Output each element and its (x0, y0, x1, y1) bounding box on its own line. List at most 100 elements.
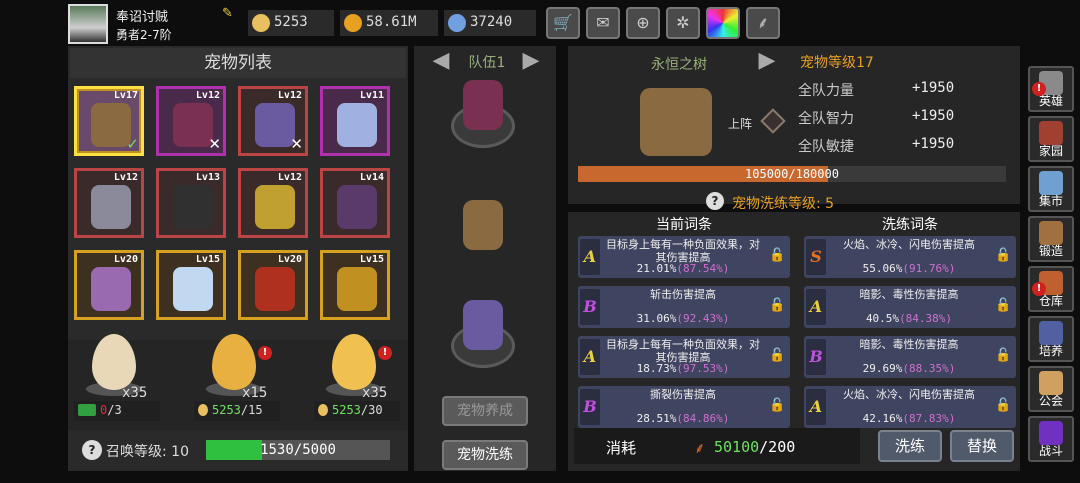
player-avatar[interactable] (68, 4, 108, 44)
cost-have: 50100 (714, 438, 760, 456)
unlock-icon[interactable]: 🔓 (769, 398, 785, 416)
affix-value: 21.01%(87.54%) (602, 262, 764, 275)
color-wheel-icon[interactable] (706, 7, 740, 39)
pet-list-title: 宠物列表 (70, 48, 406, 78)
pet-level-badge: Lv14 (359, 172, 384, 183)
affix-value: 31.06%(92.43%) (602, 312, 764, 325)
unlock-icon[interactable]: 🔓 (995, 398, 1011, 416)
alert-icon: ! (1032, 82, 1046, 96)
pet-card[interactable]: Lv17 ✓ (74, 86, 144, 156)
reroll-button[interactable]: 洗练 (878, 430, 942, 462)
settings-icon[interactable]: ✲ (666, 7, 700, 39)
current-affix: B 撕裂伤害提高 28.51%(84.86%) 🔓 (578, 386, 790, 428)
next-pet-arrow-icon[interactable]: ▶ (752, 48, 782, 74)
pet-sprite (255, 103, 295, 147)
team-slot-2[interactable] (447, 192, 519, 264)
side-menu-0[interactable]: 英雄! (1028, 66, 1074, 112)
pet-card[interactable]: Lv20 (74, 250, 144, 320)
affix-text: 目标身上每有一种负面效果，对其伤害提高 (606, 338, 760, 364)
pet-card[interactable]: Lv12 ✕ (238, 86, 308, 156)
pet-card[interactable]: Lv11 (320, 86, 390, 156)
pet-reroll-button[interactable]: 宠物洗练 (442, 440, 528, 470)
grade-badge: A (580, 239, 600, 275)
egg-cost[interactable]: 5253/15 (194, 401, 280, 421)
player-rank: 勇者2-7阶 (116, 28, 172, 42)
team-label: 队伍1 (468, 55, 506, 71)
pet-sprite (173, 267, 213, 311)
egg-count: 5253 (274, 14, 308, 30)
gem-count: 37240 (470, 14, 513, 30)
side-menu-3[interactable]: 锻造 (1028, 216, 1074, 262)
pet-card[interactable]: Lv13 (156, 168, 226, 238)
coin-resource: 58.61M (340, 10, 438, 36)
cost-need: /200 (759, 438, 796, 456)
team-prev-arrow-icon[interactable]: ◀ (426, 48, 456, 74)
pet-card[interactable]: Lv15 (156, 250, 226, 320)
side-menu-1[interactable]: 家园 (1028, 116, 1074, 162)
gem-icon (448, 14, 466, 32)
pet-card[interactable]: Lv12 (238, 168, 308, 238)
affix-max: (84.38%) (899, 312, 953, 325)
egg-cost[interactable]: 0/3 (74, 401, 160, 421)
pet-sprite (173, 103, 213, 147)
egg-small-icon (198, 404, 208, 416)
pet-card[interactable]: Lv14 (320, 168, 390, 238)
affix-max: (87.54%) (676, 262, 730, 275)
current-affix: A 目标身上每有一种负面效果，对其伤害提高 21.01%(87.54%) 🔓 (578, 236, 790, 278)
current-affix: A 目标身上每有一种负面效果，对其伤害提高 18.73%(97.53%) 🔓 (578, 336, 790, 378)
pet-card[interactable]: Lv12 ✕ (156, 86, 226, 156)
affix-value: 28.51%(84.86%) (602, 412, 764, 425)
new-affix: B 暗影、毒性伤害提高 29.69%(88.35%) 🔓 (804, 336, 1016, 378)
new-affix: A 火焰、冰冷、闪电伤害提高 42.16%(87.83%) 🔓 (804, 386, 1016, 428)
affix-max: (97.53%) (676, 362, 730, 375)
pet-sprite (337, 185, 377, 229)
current-affixes-header: 当前词条 (656, 217, 712, 233)
affix-base: 31.06% (636, 312, 677, 325)
shop-icon[interactable]: 🛒 (546, 7, 580, 39)
pet-card[interactable]: Lv15 (320, 250, 390, 320)
grade-badge: A (806, 289, 826, 325)
pet-level-badge: Lv17 (113, 90, 138, 101)
unlock-icon[interactable]: 🔓 (769, 248, 785, 266)
new-affix: S 火焰、冰冷、闪电伤害提高 55.06%(91.76%) 🔓 (804, 236, 1016, 278)
team-slot-3[interactable] (447, 300, 519, 372)
side-menu-7[interactable]: 战斗 (1028, 416, 1074, 462)
replace-button[interactable]: 替换 (950, 430, 1014, 462)
side-menu-2[interactable]: 集市 (1028, 166, 1074, 212)
pet-cultivate-button[interactable]: 宠物养成 (442, 396, 528, 426)
team-slot-1[interactable] (447, 80, 519, 152)
help-icon[interactable]: ? (82, 440, 102, 460)
unlock-icon[interactable]: 🔓 (995, 348, 1011, 366)
pet-card[interactable]: Lv12 (74, 168, 144, 238)
pet-sprite (337, 267, 377, 311)
menu-label: 锻造 (1038, 244, 1063, 258)
feather-icon[interactable]: ⸙ (746, 7, 780, 39)
unlock-icon[interactable]: 🔓 (769, 298, 785, 316)
egg-cost[interactable]: 5253/30 (314, 401, 400, 421)
reroll-level-label: 宠物洗练等级: 5 (732, 196, 835, 212)
affix-max: (92.43%) (676, 312, 730, 325)
reroll-help-icon[interactable]: ? (706, 192, 724, 210)
mail-icon[interactable]: ✉ (586, 7, 620, 39)
grade-badge: S (806, 239, 826, 275)
side-menu-4[interactable]: 仓库! (1028, 266, 1074, 312)
pet-sprite (255, 185, 295, 229)
pet-sprite (91, 185, 131, 229)
unlock-icon[interactable]: 🔓 (995, 298, 1011, 316)
pet-card[interactable]: Lv20 (238, 250, 308, 320)
egg-cost-have: 5253 (332, 403, 361, 417)
pet-name: 永恒之树 (651, 57, 707, 73)
grade-badge: A (580, 339, 600, 375)
gamepad-icon[interactable]: ⊕ (626, 7, 660, 39)
egg-cost-have: 5253 (212, 403, 241, 417)
side-menu-5[interactable]: 培养 (1028, 316, 1074, 362)
side-menu-6[interactable]: 公会 (1028, 366, 1074, 412)
check-icon: ✓ (126, 135, 139, 153)
egg-resource: 5253 (248, 10, 334, 36)
unlock-icon[interactable]: 🔓 (995, 248, 1011, 266)
team-next-arrow-icon[interactable]: ▶ (516, 48, 546, 74)
edit-icon[interactable]: ✎ (222, 6, 238, 21)
pet-level-badge: Lv12 (195, 90, 220, 101)
unlock-icon[interactable]: 🔓 (769, 348, 785, 366)
pet-level: 宠物等级17 (800, 55, 874, 71)
